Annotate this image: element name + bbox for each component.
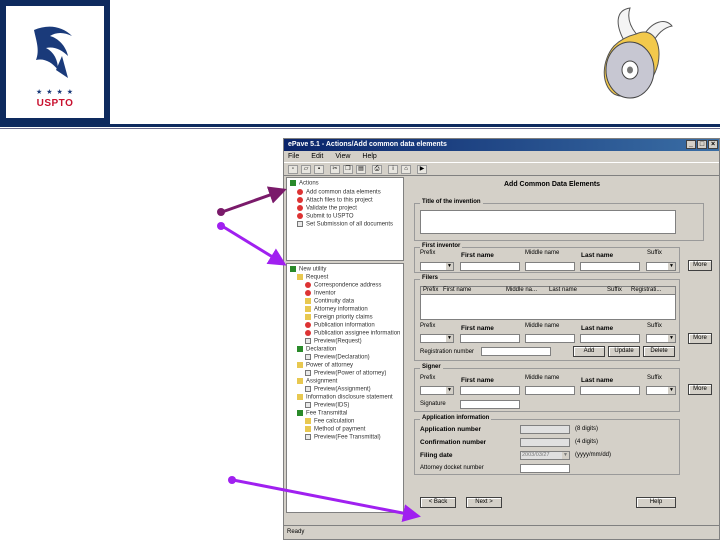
callout-dot-nav — [228, 476, 236, 484]
callout-arrow-actions — [221, 186, 287, 214]
callout-arrows — [217, 186, 421, 522]
callout-dot-documents — [217, 222, 225, 230]
callout-arrow-nav — [232, 478, 421, 522]
callout-arrow-documents — [221, 224, 287, 266]
callout-dot-actions — [217, 208, 225, 216]
